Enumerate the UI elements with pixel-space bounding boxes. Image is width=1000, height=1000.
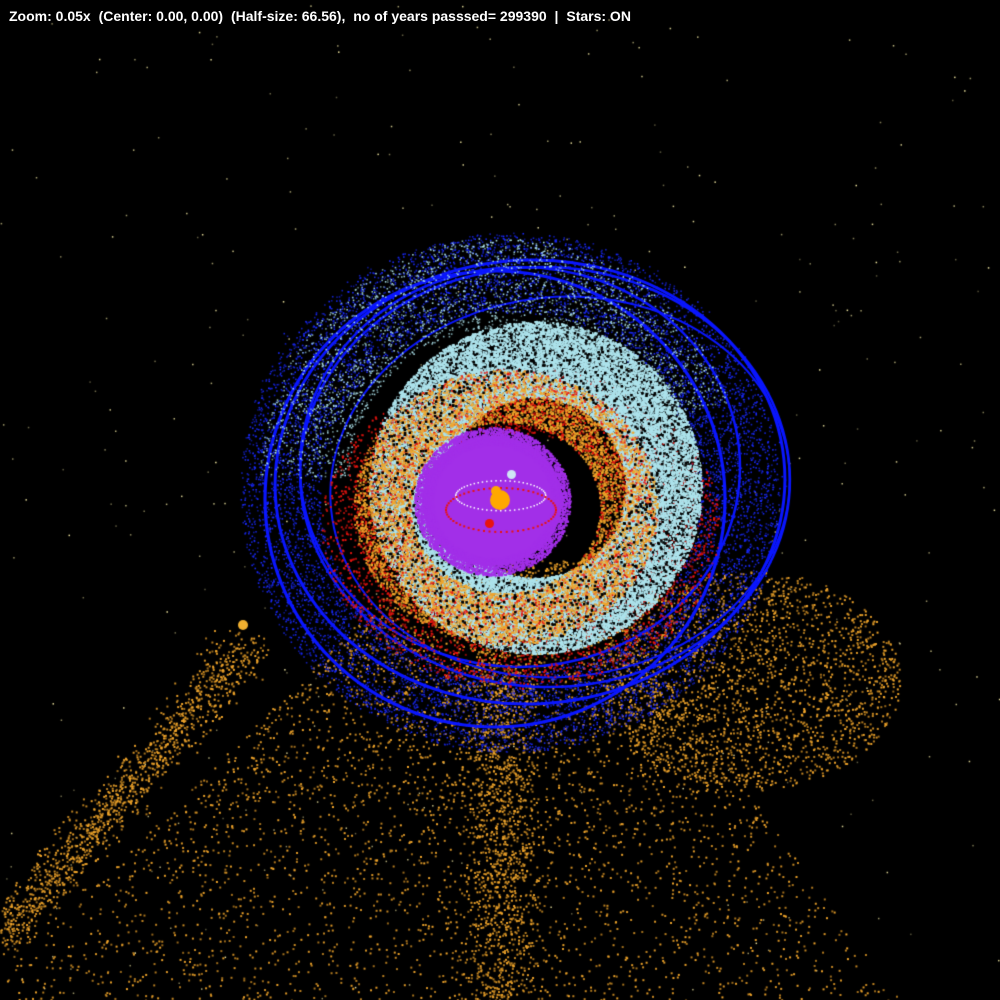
zoom-readout: Zoom: 0.05x (9, 8, 91, 24)
stars-toggle-readout: Stars: ON (566, 8, 631, 24)
sun-icon (490, 490, 510, 510)
planet-red-icon (485, 519, 494, 528)
status-bar: Zoom: 0.05x (Center: 0.00, 0.00) (Half-s… (9, 7, 631, 25)
years-readout: no of years passsed= 299390 (353, 8, 547, 24)
center-readout: (Center: 0.00, 0.00) (98, 8, 224, 24)
simulation-viewport[interactable]: Zoom: 0.05x (Center: 0.00, 0.00) (Half-s… (0, 0, 1000, 1000)
planet-light-icon (507, 470, 516, 479)
half-size-readout: (Half-size: 66.56), (230, 8, 346, 24)
dwarf-planet-icon (238, 620, 248, 630)
status-separator: | (554, 8, 559, 24)
